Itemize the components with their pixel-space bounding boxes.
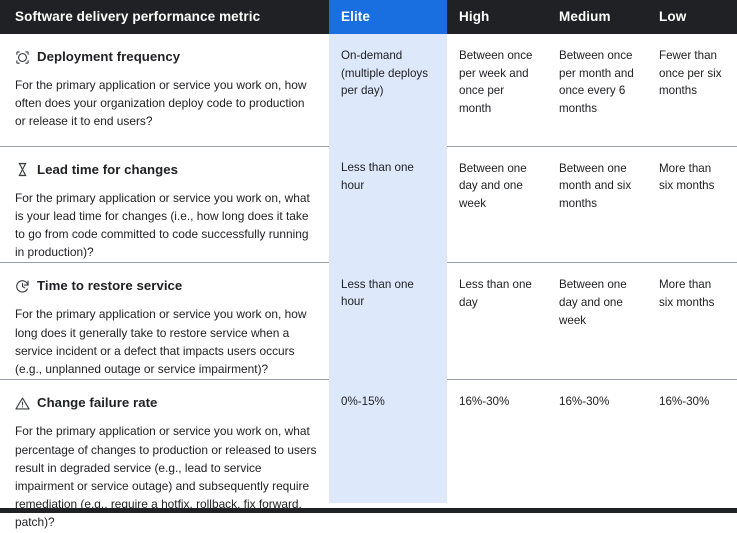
metric-title-row: Lead time for changes <box>15 160 317 180</box>
table-row: Deployment frequency For the primary app… <box>0 34 737 147</box>
cell-value: Fewer than once per six months <box>659 49 722 98</box>
metric-cell-change-failure-rate: Change failure rate For the primary appl… <box>0 380 329 533</box>
cell-medium: 16%-30% <box>547 380 647 533</box>
metric-cell-deployment-frequency: Deployment frequency For the primary app… <box>0 34 329 147</box>
metric-title: Lead time for changes <box>37 161 179 177</box>
cell-low: 16%-30% <box>647 380 737 533</box>
cell-medium: Between one month and six months <box>547 146 647 264</box>
cell-low: Fewer than once per six months <box>647 34 737 147</box>
metric-description: For the primary application or service y… <box>15 190 310 260</box>
cell-elite: On-demand (multiple deploys per day) <box>329 34 447 146</box>
dora-metrics-table-container: Software delivery performance metric Eli… <box>0 0 737 529</box>
metric-title: Time to restore service <box>37 278 183 294</box>
table-header: Software delivery performance metric Eli… <box>0 0 737 34</box>
column-header-medium: Medium <box>547 0 647 34</box>
metric-title-row: Deployment frequency <box>15 47 317 67</box>
cell-high: Between once per week and once per month <box>447 34 547 147</box>
cell-value: 16%-30% <box>459 395 510 409</box>
column-header-elite: Elite <box>329 0 447 34</box>
clock-restore-icon <box>15 279 30 294</box>
cell-value: Between one day and one week <box>459 161 527 210</box>
cell-value: 0%-15% <box>341 394 385 408</box>
table-body: Deployment frequency For the primary app… <box>0 34 737 533</box>
cell-value: 16%-30% <box>659 395 710 409</box>
cell-value: More than six months <box>659 161 715 193</box>
hourglass-icon <box>15 162 30 177</box>
metric-title: Change failure rate <box>37 395 158 411</box>
cell-medium: Between once per month and once every 6 … <box>547 34 647 147</box>
table-row: Time to restore service For the primary … <box>0 262 737 381</box>
column-header-high: High <box>447 0 547 34</box>
metric-description: For the primary application or service y… <box>15 78 307 129</box>
column-header-low: Low <box>647 0 737 34</box>
cell-value: Less than one hour <box>341 161 414 192</box>
cell-value: Less than one hour <box>341 277 414 309</box>
metric-title: Deployment frequency <box>37 49 181 64</box>
cell-value: More than six months <box>659 278 715 309</box>
metric-description: For the primary application or service y… <box>15 307 307 377</box>
header-row: Software delivery performance metric Eli… <box>0 0 737 34</box>
table-row: Lead time for changes For the primary ap… <box>0 146 737 264</box>
warning-triangle-icon <box>15 396 30 411</box>
cell-value: Between once per month and once every 6 … <box>559 49 634 115</box>
metric-title-row: Time to restore service <box>15 276 317 296</box>
cell-low: More than six months <box>647 262 737 381</box>
software-delivery-performance-table: Software delivery performance metric Eli… <box>0 0 737 533</box>
cell-value: On-demand (multiple deploys per day) <box>341 49 428 98</box>
metric-title-row: Change failure rate <box>15 393 317 413</box>
cell-high: Less than one day <box>447 262 547 381</box>
cell-high: 16%-30% <box>447 380 547 533</box>
cell-elite: 0%-15% <box>329 380 447 533</box>
cell-value: Less than one day <box>459 278 532 309</box>
metric-cell-lead-time-for-changes: Lead time for changes For the primary ap… <box>0 146 329 264</box>
cell-elite: Less than one hour <box>329 263 447 380</box>
cell-value: Between one month and six months <box>559 161 632 210</box>
cell-high: Between one day and one week <box>447 146 547 264</box>
cell-value: Between one day and one week <box>559 278 627 327</box>
cell-value: 16%-30% <box>559 395 610 409</box>
column-header-metric: Software delivery performance metric <box>0 0 329 34</box>
deployment-frequency-icon <box>15 50 30 65</box>
cell-medium: Between one day and one week <box>547 262 647 381</box>
metric-cell-time-to-restore-service: Time to restore service For the primary … <box>0 262 329 381</box>
table-row: Change failure rate For the primary appl… <box>0 380 737 533</box>
metric-description: For the primary application or service y… <box>15 424 317 530</box>
cell-elite: Less than one hour <box>329 146 447 263</box>
cell-value: Between once per week and once per month <box>459 49 533 115</box>
cell-low: More than six months <box>647 146 737 264</box>
